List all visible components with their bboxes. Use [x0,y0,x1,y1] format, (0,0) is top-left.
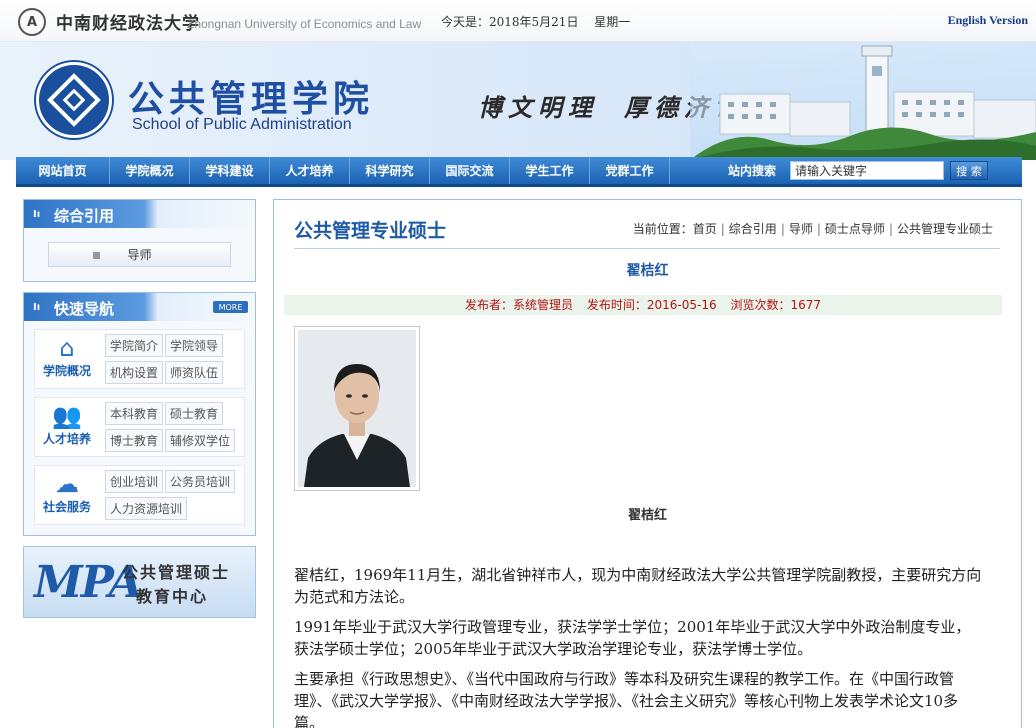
profile-photo [294,326,420,491]
breadcrumb-prefix: 当前位置： [632,222,693,236]
panel-quick-nav-title: 快速导航 [54,300,115,318]
article-title: 翟桔红 [626,263,669,279]
title-divider [294,248,1000,249]
panel-quick-nav: Ⅰı 快速导航 MORE ⌂ 学院概况 学院简介 学院领导机构设置 师资队伍 👥 人… [23,292,256,536]
nav-item-research[interactable]: 科学研究 [350,157,430,184]
motto-part-1: 博文明理 [478,93,598,122]
breadcrumb-masters-mentors[interactable]: 硕士点导师 [825,222,885,236]
university-name-cn: 中南财经政法大学 [56,14,200,34]
breadcrumb-home[interactable]: 首页 [693,222,717,236]
university-name-en: Zhongnan University of Economics and Law [187,17,422,31]
bio-paragraph-3: 主要承担《行政思想史》、《当代中国政府与行政》等本科及研究生课程的教学工作。在《… [294,670,959,728]
school-name-cn: 公共管理学院 [128,79,375,120]
english-version-link[interactable]: English Version [948,13,1028,28]
left-sidebar: Ⅰı 综合引用 导师 Ⅰı 快速导航 MORE ⌂ 学院概况 学院简介 学院领导机… [23,199,256,618]
nav-item-party[interactable]: 党群工作 [590,157,670,184]
main-content: 公共管理专业硕士 当前位置：首页 | 综合引用 | 导师 | 硕士点导师 | 公共管理专业硕士 … [273,199,1022,728]
meta-views: 浏览次数：1677 [730,298,821,312]
link-minor-degree[interactable]: 辅修双学位 [165,429,236,452]
mpa-center-banner[interactable]: MPA 公共管理硕士 教育中心 [23,546,256,618]
school-name-en: School of Public Administration [132,116,352,133]
university-logo-icon[interactable]: A [18,8,46,36]
meta-publisher: 发布者：系统管理员 [465,298,574,312]
nav-item-overview[interactable]: 学院概况 [110,157,190,184]
link-college-intro[interactable]: 学院简介 [105,334,164,357]
quick-group-overview-label[interactable]: ⌂ 学院概况 [39,332,95,379]
quick-group-service-label[interactable]: ☁ 社会服务 [39,468,95,515]
mpa-title-line1: 公共管理硕士 [122,563,231,582]
panel-quick-nav-header: Ⅰı 快速导航 MORE [24,293,255,321]
bars-icon: Ⅰı [33,302,41,313]
meta-time: 发布时间：2016-05-16 [586,298,717,312]
mentor-button-label: 导师 [127,248,152,262]
more-button[interactable]: MORE [213,301,248,313]
panel-general-title: 综合引用 [54,207,115,225]
quick-group-education: 👥 人才培养 本科教育 硕士教育博士教育 辅修双学位 [34,397,245,457]
link-masters[interactable]: 硕士教育 [165,402,224,425]
bars-icon: Ⅰı [33,209,41,220]
mentor-button[interactable]: 导师 [48,242,231,267]
nav-item-home[interactable]: 网站首页 [16,157,110,184]
people-icon: 👥 [52,402,82,430]
home-icon: ⌂ [59,334,75,362]
quick-group-education-label[interactable]: 👥 人才培养 [39,400,95,447]
article-meta: 发布者：系统管理员 发布时间：2016-05-16 浏览次数：1677 [284,295,1002,315]
link-civil-servant-training[interactable]: 公务员培训 [165,470,236,493]
quick-links: 本科教育 硕士教育博士教育 辅修双学位 [105,400,255,454]
school-banner: 公共管理学院 School of Public Administration 博… [0,42,1036,160]
group-label: 学院概况 [42,364,91,378]
photo-caption: 翟桔红 [627,508,667,523]
nav-item-students[interactable]: 学生工作 [510,157,590,184]
campus-buildings-image [690,42,1036,160]
bio-paragraph-1: 翟桔红，1969年11月生，湖北省钟祥市人，现为中南财经政法大学公共管理学院副教… [294,566,982,606]
mpa-title-line2: 教育中心 [136,587,209,606]
square-bullet-icon [93,252,100,259]
link-undergrad[interactable]: 本科教育 [105,402,164,425]
group-label: 人才培养 [42,432,91,446]
group-label: 社会服务 [42,500,91,514]
nav-item-international[interactable]: 国际交流 [430,157,510,184]
quick-links: 学院简介 学院领导机构设置 师资队伍 [105,332,255,386]
link-doctoral[interactable]: 博士教育 [105,429,164,452]
main-nav: 网站首页 学院概况 学科建设 人才培养 科学研究 国际交流 学生工作 党群工作 … [16,157,1022,187]
link-startup-training[interactable]: 创业培训 [105,470,164,493]
link-college-leaders[interactable]: 学院领导 [165,334,224,357]
quick-group-overview: ⌂ 学院概况 学院简介 学院领导机构设置 师资队伍 [34,329,245,389]
top-strip: A 中南财经政法大学 Zhongnan University of Econom… [0,0,1036,42]
site-search-label: 站内搜索 [728,164,777,178]
nav-item-education[interactable]: 人才培养 [270,157,350,184]
weekday-text: 星期一 [594,15,631,29]
breadcrumb-mentors[interactable]: 导师 [789,222,813,236]
breadcrumb-general[interactable]: 综合引用 [729,222,777,236]
service-icon: ☁ [55,470,79,498]
quick-links: 创业培训 公务员培训人力资源培训 [105,468,255,522]
bio-paragraph-2: 1991年毕业于武汉大学行政管理专业，获法学学士学位；2001年毕业于武汉大学中… [294,618,971,658]
school-logo-icon[interactable] [36,62,112,138]
breadcrumb: 当前位置：首页 | 综合引用 | 导师 | 硕士点导师 | 公共管理专业硕士 [632,222,993,236]
today-date: 今天是：2018年5月21日 星期一 [441,13,642,30]
panel-general: Ⅰı 综合引用 导师 [23,199,256,282]
portrait-image [298,330,416,487]
date-text: 今天是：2018年5月21日 [441,15,579,29]
nav-item-disciplines[interactable]: 学科建设 [190,157,270,184]
section-title: 公共管理专业硕士 [294,220,447,242]
quick-group-service: ☁ 社会服务 创业培训 公务员培训人力资源培训 [34,465,245,525]
link-hr-training[interactable]: 人力资源培训 [105,497,188,520]
search-button[interactable]: 搜 索 [950,161,989,180]
link-faculty[interactable]: 师资队伍 [165,361,224,384]
breadcrumb-mpa[interactable]: 公共管理专业硕士 [897,222,993,236]
search-input[interactable] [790,161,945,180]
panel-general-header: Ⅰı 综合引用 [24,200,255,228]
link-org-structure[interactable]: 机构设置 [105,361,164,384]
